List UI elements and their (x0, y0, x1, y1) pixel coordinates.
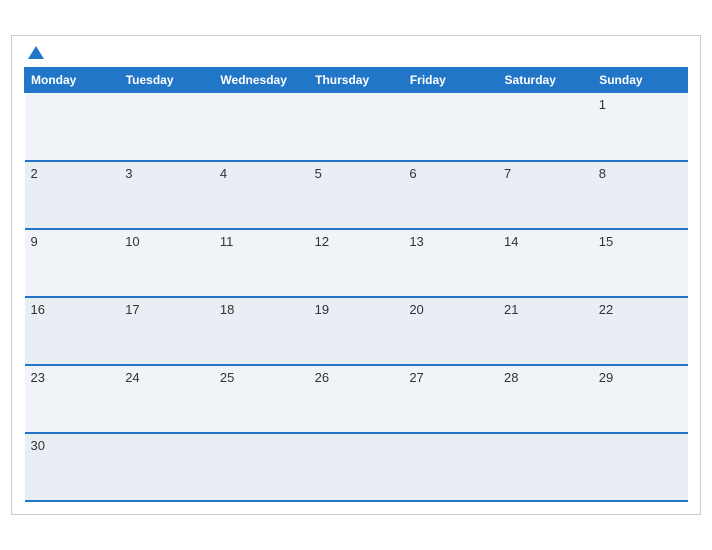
day-number: 22 (599, 302, 613, 317)
day-cell: 14 (498, 229, 593, 297)
day-number: 12 (315, 234, 329, 249)
day-cell (25, 93, 120, 161)
day-cell: 18 (214, 297, 309, 365)
day-number: 29 (599, 370, 613, 385)
day-cell: 22 (593, 297, 688, 365)
weekday-header-monday: Monday (25, 68, 120, 93)
day-cell (119, 93, 214, 161)
day-cell: 23 (25, 365, 120, 433)
day-number: 25 (220, 370, 234, 385)
day-cell: 29 (593, 365, 688, 433)
day-cell (403, 93, 498, 161)
day-number: 16 (31, 302, 45, 317)
day-cell: 25 (214, 365, 309, 433)
day-number: 10 (125, 234, 139, 249)
week-row-2: 9 10 11 12 13 14 15 (25, 229, 688, 297)
day-number: 2 (31, 166, 38, 181)
day-cell: 24 (119, 365, 214, 433)
day-number: 19 (315, 302, 329, 317)
day-cell: 20 (403, 297, 498, 365)
calendar-header (24, 46, 688, 59)
logo-triangle-icon (28, 46, 44, 59)
day-number: 4 (220, 166, 227, 181)
day-cell: 8 (593, 161, 688, 229)
day-number: 13 (409, 234, 423, 249)
day-number: 11 (220, 234, 234, 249)
day-number: 23 (31, 370, 45, 385)
day-cell: 15 (593, 229, 688, 297)
day-cell (214, 433, 309, 501)
calendar-tbody: 1234567891011121314151617181920212223242… (25, 93, 688, 501)
day-cell (214, 93, 309, 161)
day-cell (119, 433, 214, 501)
day-cell (309, 93, 404, 161)
day-number: 6 (409, 166, 416, 181)
week-row-4: 23 24 25 26 27 28 29 (25, 365, 688, 433)
week-row-1: 2 3 4 5 6 7 8 (25, 161, 688, 229)
weekday-header-saturday: Saturday (498, 68, 593, 93)
weekday-header-thursday: Thursday (309, 68, 404, 93)
calendar-thead: MondayTuesdayWednesdayThursdayFridaySatu… (25, 68, 688, 93)
day-number: 15 (599, 234, 613, 249)
day-number: 14 (504, 234, 518, 249)
day-cell: 11 (214, 229, 309, 297)
day-cell: 19 (309, 297, 404, 365)
day-number: 20 (409, 302, 423, 317)
day-cell: 26 (309, 365, 404, 433)
day-cell: 21 (498, 297, 593, 365)
calendar-grid: MondayTuesdayWednesdayThursdayFridaySatu… (24, 67, 688, 502)
day-number: 7 (504, 166, 511, 181)
day-number: 21 (504, 302, 518, 317)
day-number: 28 (504, 370, 518, 385)
day-cell: 16 (25, 297, 120, 365)
day-number: 9 (31, 234, 38, 249)
day-cell: 9 (25, 229, 120, 297)
calendar-container: MondayTuesdayWednesdayThursdayFridaySatu… (11, 35, 701, 515)
day-cell: 2 (25, 161, 120, 229)
day-number: 30 (31, 438, 45, 453)
day-cell (498, 433, 593, 501)
logo-area (24, 46, 44, 59)
day-cell (403, 433, 498, 501)
day-cell: 27 (403, 365, 498, 433)
day-cell: 6 (403, 161, 498, 229)
day-number: 1 (599, 97, 606, 112)
day-number: 26 (315, 370, 329, 385)
day-cell: 28 (498, 365, 593, 433)
day-number: 24 (125, 370, 139, 385)
day-cell: 5 (309, 161, 404, 229)
day-number: 8 (599, 166, 606, 181)
day-cell: 17 (119, 297, 214, 365)
day-number: 5 (315, 166, 322, 181)
day-number: 18 (220, 302, 234, 317)
day-cell: 13 (403, 229, 498, 297)
weekday-header-row: MondayTuesdayWednesdayThursdayFridaySatu… (25, 68, 688, 93)
day-cell (309, 433, 404, 501)
weekday-header-tuesday: Tuesday (119, 68, 214, 93)
day-cell: 12 (309, 229, 404, 297)
day-cell (498, 93, 593, 161)
day-cell: 10 (119, 229, 214, 297)
weekday-header-sunday: Sunday (593, 68, 688, 93)
day-cell: 7 (498, 161, 593, 229)
weekday-header-wednesday: Wednesday (214, 68, 309, 93)
day-number: 27 (409, 370, 423, 385)
day-number: 17 (125, 302, 139, 317)
day-cell: 3 (119, 161, 214, 229)
week-row-5: 30 (25, 433, 688, 501)
day-cell: 4 (214, 161, 309, 229)
day-cell: 1 (593, 93, 688, 161)
day-number: 3 (125, 166, 132, 181)
day-cell: 30 (25, 433, 120, 501)
logo-line (24, 46, 44, 59)
week-row-0: 1 (25, 93, 688, 161)
weekday-header-friday: Friday (403, 68, 498, 93)
day-cell (593, 433, 688, 501)
week-row-3: 16 17 18 19 20 21 22 (25, 297, 688, 365)
